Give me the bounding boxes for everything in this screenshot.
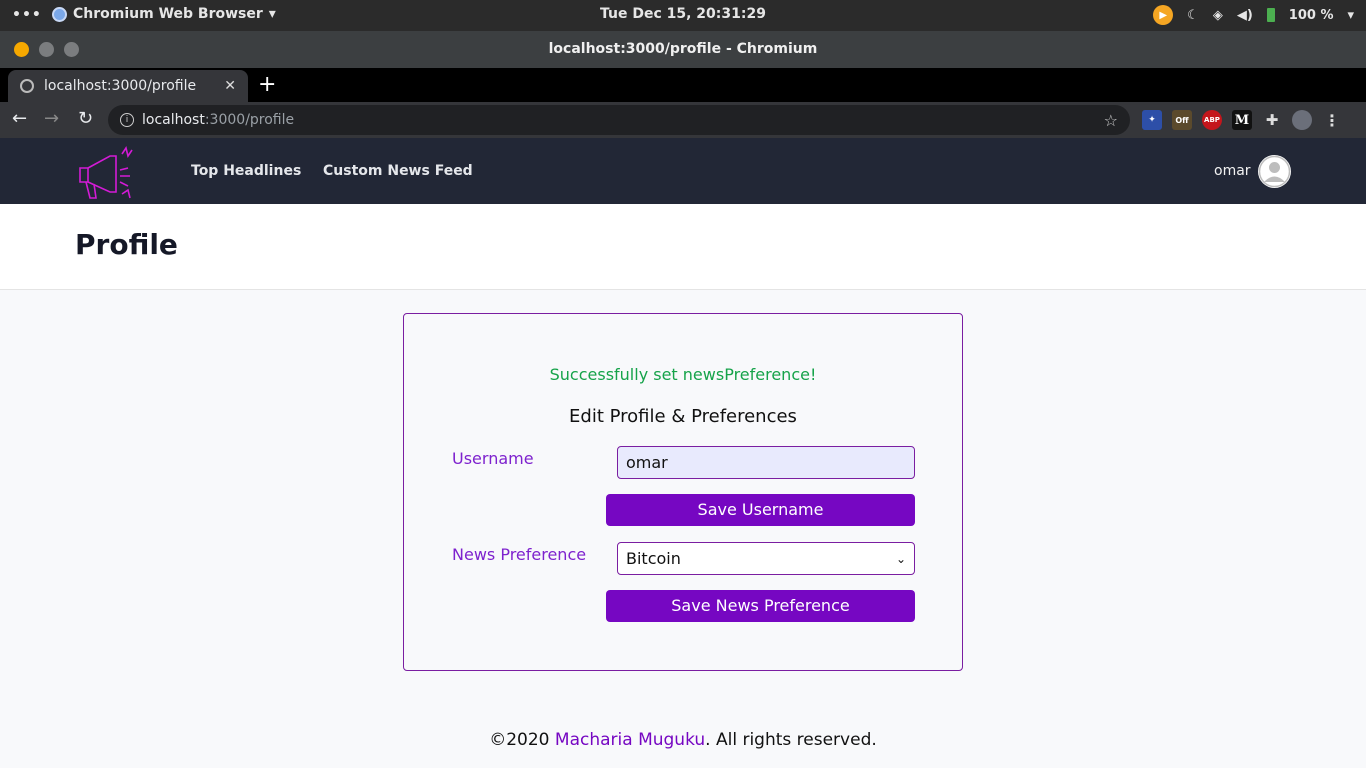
wifi-icon: ◈ <box>1212 7 1223 23</box>
chevron-down-icon: ⌄ <box>895 551 906 566</box>
card-title: Edit Profile & Preferences <box>569 406 797 427</box>
browser-tab[interactable]: localhost:3000/profile ✕ <box>8 70 248 102</box>
page-title: Profile <box>75 228 178 261</box>
bookmark-star-icon[interactable]: ☆ <box>1104 111 1118 130</box>
battery-level: 100 % <box>1288 7 1334 23</box>
profile-card: Successfully set newsPreference! Edit Pr… <box>403 313 963 671</box>
battery-icon <box>1266 8 1275 22</box>
chevron-down-icon: ▾ <box>268 6 276 22</box>
clock[interactable]: Tue Dec 15, 20:31:29 <box>600 6 766 22</box>
globe-icon <box>20 79 34 93</box>
activities-button[interactable]: ••• <box>12 7 42 23</box>
extension-vpn-icon[interactable]: ✦ <box>1142 110 1162 130</box>
night-mode-icon: ☾ <box>1187 7 1199 23</box>
nav-top-headlines[interactable]: Top Headlines <box>191 163 301 179</box>
extensions-area: ✦ Off ABP M ✚ ⋮ <box>1142 110 1342 130</box>
app-menu[interactable]: Chromium Web Browser ▾ <box>52 6 276 22</box>
username-input[interactable] <box>617 446 915 479</box>
save-username-button[interactable]: Save Username <box>606 494 915 526</box>
user-avatar-icon[interactable] <box>1258 155 1291 188</box>
medium-icon[interactable]: M <box>1232 110 1252 130</box>
tab-strip: localhost:3000/profile ✕ + <box>0 68 1366 102</box>
extension-off-icon[interactable]: Off <box>1172 110 1192 130</box>
window-title: localhost:3000/profile - Chromium <box>548 41 818 57</box>
browser-toolbar: ← → ↻ i localhost :3000/profile ☆ ✦ Off … <box>0 102 1366 138</box>
tab-close-icon[interactable]: ✕ <box>224 78 236 94</box>
nav-custom-news-feed[interactable]: Custom News Feed <box>323 163 473 179</box>
address-bar[interactable]: i localhost :3000/profile ☆ <box>108 105 1130 135</box>
chromium-icon <box>52 6 67 22</box>
footer-author-link[interactable]: Macharia Muguku <box>555 730 705 750</box>
footer: ©2020 Macharia Muguku. All rights reserv… <box>0 730 1366 750</box>
footer-rights: . All rights reserved. <box>705 730 877 750</box>
info-icon[interactable]: i <box>120 113 134 127</box>
extensions-puzzle-icon[interactable]: ✚ <box>1262 110 1282 130</box>
tab-title: localhost:3000/profile <box>44 78 197 94</box>
news-preference-value: Bitcoin <box>626 549 681 568</box>
page-header: Profile <box>0 204 1366 290</box>
app-menu-label: Chromium Web Browser <box>73 6 263 22</box>
menu-kebab-icon[interactable]: ⋮ <box>1322 110 1342 130</box>
save-news-preference-button[interactable]: Save News Preference <box>606 590 915 622</box>
site-navbar: Top Headlines Custom News Feed omar <box>0 138 1366 204</box>
user-name[interactable]: omar <box>1214 163 1251 179</box>
system-tray[interactable]: ▶ ☾ ◈ ◀) 100 % ▾ <box>1153 5 1354 25</box>
url-host: localhost <box>142 112 205 128</box>
forward-arrow-icon[interactable]: → <box>44 108 59 129</box>
window-titlebar: localhost:3000/profile - Chromium <box>0 31 1366 68</box>
username-label: Username <box>452 449 534 468</box>
system-top-bar: ••• Chromium Web Browser ▾ Tue Dec 15, 2… <box>0 0 1366 31</box>
success-message: Successfully set newsPreference! <box>549 365 817 384</box>
volume-icon: ◀) <box>1236 7 1253 23</box>
megaphone-logo-icon[interactable] <box>76 144 138 200</box>
media-play-icon[interactable]: ▶ <box>1153 5 1174 25</box>
chevron-down-icon: ▾ <box>1347 7 1354 23</box>
back-arrow-icon[interactable]: ← <box>12 108 27 129</box>
new-tab-button[interactable]: + <box>258 72 276 97</box>
url-path: :3000/profile <box>204 112 295 128</box>
profile-avatar-icon[interactable] <box>1292 110 1312 130</box>
adblock-plus-icon[interactable]: ABP <box>1202 110 1222 130</box>
reload-icon[interactable]: ↻ <box>78 108 93 129</box>
news-preference-label: News Preference <box>452 545 587 564</box>
footer-copyright: ©2020 <box>489 730 555 750</box>
news-preference-select[interactable]: Bitcoin ⌄ <box>617 542 915 575</box>
